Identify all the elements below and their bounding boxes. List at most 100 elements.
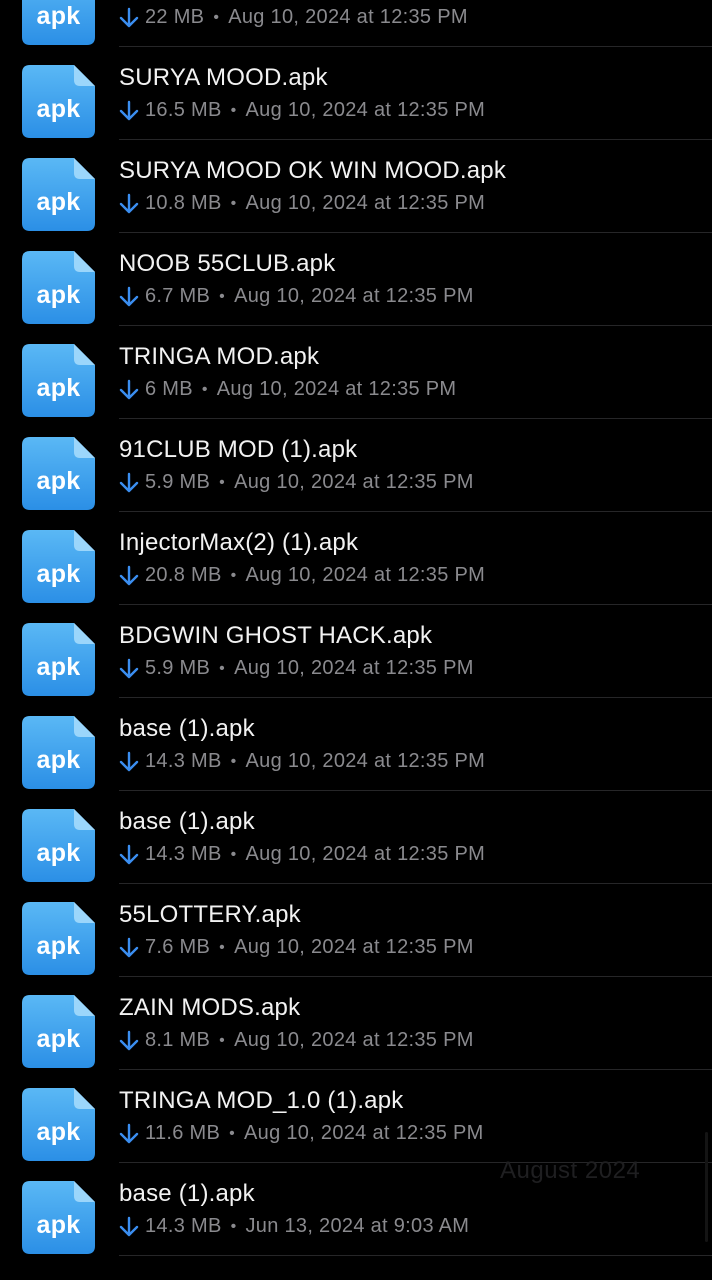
meta-separator: • xyxy=(230,752,237,770)
meta-separator: • xyxy=(230,845,237,863)
file-browser-screen: apk SURYA MOOD_BD.apk 22 MB • Aug 10, 20… xyxy=(0,0,712,1280)
section-header-ghost: August 2024 xyxy=(500,1157,641,1184)
file-row[interactable]: apk base (1).apk 14.3 MB • Aug 10, 2024 … xyxy=(0,698,712,791)
apk-file-icon: apk xyxy=(22,623,95,696)
meta-separator: • xyxy=(219,659,226,677)
apk-file-icon: apk xyxy=(22,437,95,510)
file-row[interactable]: apk InjectorMax(2) (1).apk 20.8 MB • Aug… xyxy=(0,512,712,605)
file-size: 14.3 MB xyxy=(145,843,222,865)
file-row[interactable]: apk NOOB 55CLUB.apk 6.7 MB • Aug 10, 202… xyxy=(0,233,712,326)
file-date: Aug 10, 2024 at 12:35 PM xyxy=(216,378,457,400)
file-meta: 5.9 MB • Aug 10, 2024 at 12:35 PM xyxy=(119,471,474,494)
apk-file-icon: apk xyxy=(22,902,95,975)
file-name: 91CLUB MOD (1).apk xyxy=(119,436,358,463)
scroll-indicator[interactable] xyxy=(705,1132,708,1242)
meta-separator: • xyxy=(230,101,237,119)
file-date: Aug 10, 2024 at 12:35 PM xyxy=(245,192,486,214)
file-date: Aug 10, 2024 at 12:35 PM xyxy=(234,285,474,307)
apk-file-icon: apk xyxy=(22,0,95,45)
file-size: 6.7 MB xyxy=(145,285,211,307)
apk-file-icon: apk xyxy=(22,1088,95,1161)
file-name: TRINGA MOD.apk xyxy=(119,343,320,370)
file-size: 6 MB xyxy=(145,378,193,400)
file-name: base (1).apk xyxy=(119,808,255,835)
meta-separator: • xyxy=(219,287,226,305)
file-row[interactable]: apk SURYA MOOD OK WIN MOOD.apk 10.8 MB •… xyxy=(0,140,712,233)
apk-file-icon: apk xyxy=(22,809,95,882)
file-name: TRINGA MOD_1.0 (1).apk xyxy=(119,1087,404,1114)
meta-separator: • xyxy=(230,1217,237,1235)
icon-label: apk xyxy=(36,1211,81,1239)
file-size: 5.9 MB xyxy=(145,657,211,679)
file-row[interactable]: apk ZAIN MODS.apk 8.1 MB • Aug 10, 2024 … xyxy=(0,977,712,1070)
icon-label: apk xyxy=(36,560,81,588)
icon-label: apk xyxy=(36,374,81,402)
download-arrow-icon xyxy=(119,193,139,215)
file-date: Aug 10, 2024 at 12:35 PM xyxy=(245,843,486,865)
file-meta: 14.3 MB • Aug 10, 2024 at 12:35 PM xyxy=(119,843,485,866)
file-name: 55LOTTERY.apk xyxy=(119,901,301,928)
file-meta: 22 MB • Aug 10, 2024 at 12:35 PM xyxy=(119,6,468,29)
file-meta: 10.8 MB • Aug 10, 2024 at 12:35 PM xyxy=(119,192,485,215)
download-arrow-icon xyxy=(119,472,139,494)
meta-separator: • xyxy=(219,473,226,491)
meta-separator: • xyxy=(219,938,226,956)
apk-file-icon: apk xyxy=(22,995,95,1068)
meta-separator: • xyxy=(230,194,237,212)
download-arrow-icon xyxy=(119,565,139,587)
file-date: Aug 10, 2024 at 12:35 PM xyxy=(245,564,486,586)
file-name: BDGWIN GHOST HACK.apk xyxy=(119,622,433,649)
file-size: 20.8 MB xyxy=(145,564,222,586)
file-row[interactable]: apk BDGWIN GHOST HACK.apk 5.9 MB • Aug 1… xyxy=(0,605,712,698)
file-size: 7.6 MB xyxy=(145,936,211,958)
icon-label: apk xyxy=(36,467,81,495)
download-arrow-icon xyxy=(119,100,139,122)
file-row[interactable]: apk TRINGA MOD.apk 6 MB • Aug 10, 2024 a… xyxy=(0,326,712,419)
meta-separator: • xyxy=(219,1031,226,1049)
file-size: 8.1 MB xyxy=(145,1029,211,1051)
file-size: 22 MB xyxy=(145,6,205,28)
file-name: ZAIN MODS.apk xyxy=(119,994,301,1021)
file-row[interactable]: apk SURYA MOOD_BD.apk 22 MB • Aug 10, 20… xyxy=(0,0,712,47)
apk-file-icon: apk xyxy=(22,158,95,231)
file-meta: 16.5 MB • Aug 10, 2024 at 12:35 PM xyxy=(119,99,485,122)
icon-label: apk xyxy=(36,839,81,867)
file-row[interactable]: apk 55LOTTERY.apk 7.6 MB • Aug 10, 2024 … xyxy=(0,884,712,977)
file-date: Aug 10, 2024 at 12:35 PM xyxy=(228,6,468,28)
meta-separator: • xyxy=(230,566,237,584)
file-meta: 7.6 MB • Aug 10, 2024 at 12:35 PM xyxy=(119,936,474,959)
file-size: 14.3 MB xyxy=(145,1215,222,1237)
file-date: Aug 10, 2024 at 12:35 PM xyxy=(234,936,474,958)
file-date: Aug 10, 2024 at 12:35 PM xyxy=(234,657,474,679)
download-arrow-icon xyxy=(119,658,139,680)
file-list: apk SURYA MOOD_BD.apk 22 MB • Aug 10, 20… xyxy=(0,0,712,1256)
file-name: SURYA MOOD.apk xyxy=(119,64,328,91)
icon-label: apk xyxy=(36,746,81,774)
download-arrow-icon xyxy=(119,751,139,773)
file-meta: 11.6 MB • Aug 10, 2024 at 12:35 PM xyxy=(119,1122,484,1145)
download-arrow-icon xyxy=(119,286,139,308)
file-row[interactable]: apk base (1).apk 14.3 MB • Aug 10, 2024 … xyxy=(0,791,712,884)
apk-file-icon: apk xyxy=(22,716,95,789)
apk-file-icon: apk xyxy=(22,530,95,603)
apk-file-icon: apk xyxy=(22,251,95,324)
file-size: 14.3 MB xyxy=(145,750,222,772)
icon-label: apk xyxy=(36,2,81,30)
file-name: InjectorMax(2) (1).apk xyxy=(119,529,359,556)
file-name: SURYA MOOD OK WIN MOOD.apk xyxy=(119,157,507,184)
file-row[interactable]: apk TRINGA MOD_1.0 (1).apk 11.6 MB • Aug… xyxy=(0,1070,712,1163)
download-arrow-icon xyxy=(119,1123,139,1145)
download-arrow-icon xyxy=(119,937,139,959)
file-date: Aug 10, 2024 at 12:35 PM xyxy=(244,1122,484,1144)
file-date: Jun 13, 2024 at 9:03 AM xyxy=(245,1215,470,1237)
icon-label: apk xyxy=(36,1118,81,1146)
file-meta: 6 MB • Aug 10, 2024 at 12:35 PM xyxy=(119,378,456,401)
file-size: 5.9 MB xyxy=(145,471,211,493)
download-arrow-icon xyxy=(119,7,139,29)
file-row[interactable]: apk 91CLUB MOD (1).apk 5.9 MB • Aug 10, … xyxy=(0,419,712,512)
file-row[interactable]: apk SURYA MOOD.apk 16.5 MB • Aug 10, 202… xyxy=(0,47,712,140)
file-size: 16.5 MB xyxy=(145,99,222,121)
icon-label: apk xyxy=(36,188,81,216)
icon-label: apk xyxy=(36,653,81,681)
file-meta: 8.1 MB • Aug 10, 2024 at 12:35 PM xyxy=(119,1029,474,1052)
